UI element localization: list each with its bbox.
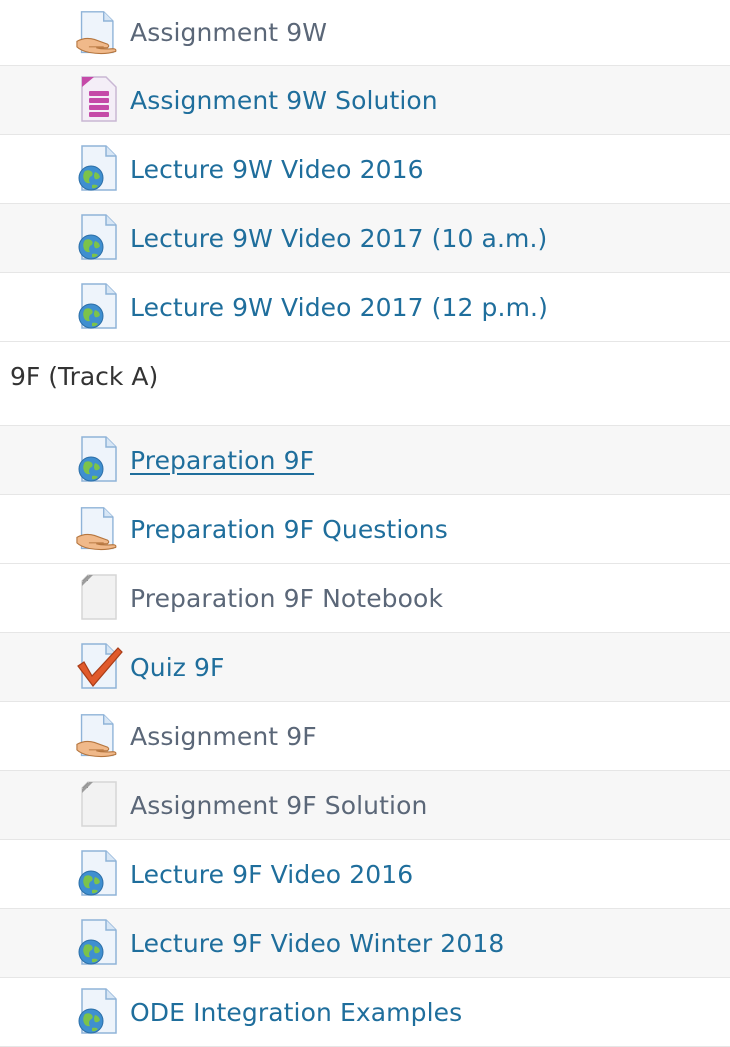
list-item[interactable]: Lecture 9F Video 2016: [0, 840, 730, 909]
list-item[interactable]: Preparation 9F: [0, 426, 730, 495]
url-icon: [76, 987, 124, 1037]
list-item[interactable]: Assignment 9W: [0, 0, 730, 66]
list-item[interactable]: Lecture 9W Video 2016: [0, 135, 730, 204]
item-label[interactable]: Lecture 9W Video 2016: [130, 155, 424, 184]
item-label[interactable]: Assignment 9W Solution: [130, 86, 438, 115]
item-label[interactable]: Lecture 9W Video 2017 (10 a.m.): [130, 224, 547, 253]
item-label[interactable]: Quiz 9F: [130, 653, 225, 682]
item-label[interactable]: ODE Integration Examples: [130, 998, 462, 1027]
assignment-icon: [76, 711, 124, 761]
item-label[interactable]: Preparation 9F Questions: [130, 515, 448, 544]
item-label[interactable]: Preparation 9F Notebook: [130, 584, 443, 613]
item-label[interactable]: Assignment 9W: [130, 18, 327, 47]
item-label[interactable]: Lecture 9W Video 2017 (12 p.m.): [130, 293, 548, 322]
list-item[interactable]: Quiz 9F: [0, 633, 730, 702]
list-item[interactable]: Assignment 9F Solution: [0, 771, 730, 840]
url-icon: [76, 213, 124, 263]
item-label[interactable]: Assignment 9F Solution: [130, 791, 427, 820]
list-item[interactable]: Preparation 9F Questions: [0, 495, 730, 564]
url-icon: [76, 435, 124, 485]
assignment-icon: [76, 8, 124, 58]
list-item[interactable]: Assignment 9F: [0, 702, 730, 771]
list-item[interactable]: Lecture 9W Video 2017 (12 p.m.): [0, 273, 730, 342]
list-item[interactable]: Lecture 9W Video 2017 (10 a.m.): [0, 204, 730, 273]
list-item[interactable]: Lecture 9F Video Winter 2018: [0, 909, 730, 978]
assignment-icon: [76, 504, 124, 554]
quiz-icon: [76, 642, 124, 692]
url-icon: [76, 918, 124, 968]
blank-file-icon: [76, 780, 124, 830]
list-item[interactable]: Assignment 9W Solution: [0, 66, 730, 135]
activity-list: Assignment 9W Assignment 9W Solution Lec…: [0, 0, 730, 1047]
list-item[interactable]: ODE Integration Examples: [0, 978, 730, 1047]
section-title: 9F (Track A): [0, 342, 730, 426]
item-label[interactable]: Preparation 9F: [130, 446, 314, 475]
file-icon: [76, 75, 124, 125]
item-label[interactable]: Lecture 9F Video 2016: [130, 860, 413, 889]
url-icon: [76, 282, 124, 332]
list-item[interactable]: Preparation 9F Notebook: [0, 564, 730, 633]
blank-file-icon: [76, 573, 124, 623]
url-icon: [76, 849, 124, 899]
item-label[interactable]: Assignment 9F: [130, 722, 317, 751]
item-label[interactable]: Lecture 9F Video Winter 2018: [130, 929, 504, 958]
url-icon: [76, 144, 124, 194]
